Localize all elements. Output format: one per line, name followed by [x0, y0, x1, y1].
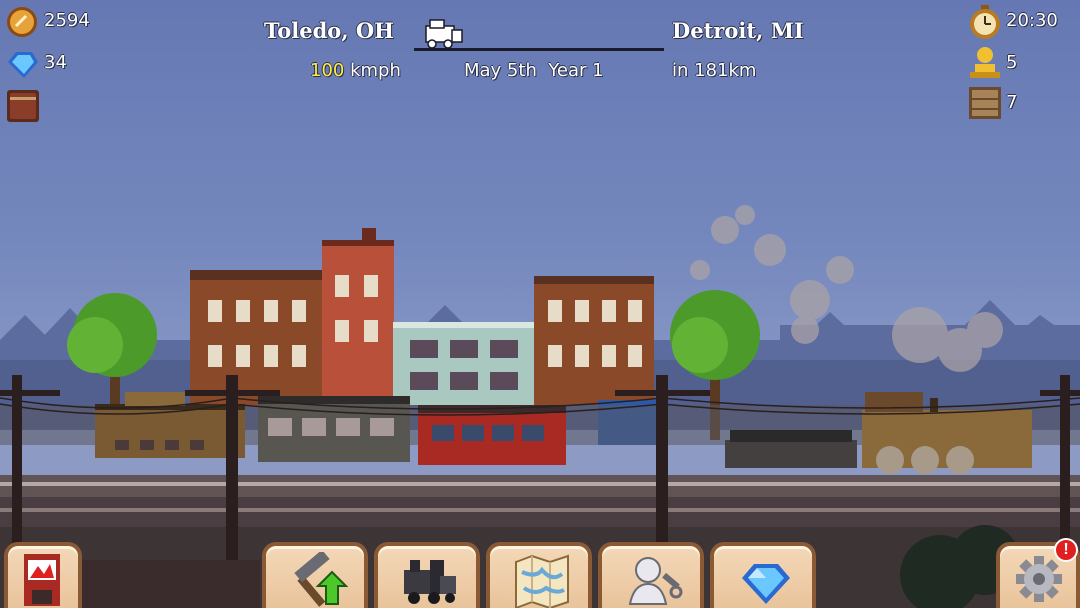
crew-button[interactable]	[598, 542, 704, 608]
origin-city: Toledo, OH	[264, 18, 395, 43]
speed-readout: 100 kmph	[310, 60, 401, 81]
gem-count: 34	[44, 52, 67, 73]
distance-remaining: in 181km	[672, 60, 757, 81]
passenger-icon	[970, 47, 1000, 78]
game-screen: 2594 34 Toledo, OH Detroit, MI 100 kmph …	[0, 0, 1080, 608]
route-progress	[414, 19, 664, 51]
train-progress-icon	[425, 19, 463, 49]
speed-unit: kmph	[350, 60, 401, 81]
gem-icon	[742, 564, 790, 604]
hammer-upgrade-icon	[294, 552, 348, 607]
upgrade-button[interactable]	[262, 542, 368, 608]
coin-count: 2594	[44, 10, 90, 31]
game-date: May 5th Year 1	[464, 60, 604, 81]
destination-city: Detroit, MI	[672, 18, 804, 43]
game-clock: 20:30	[1006, 10, 1058, 31]
passenger-count: 5	[1006, 52, 1018, 73]
settings-alert-badge: !	[1054, 538, 1078, 562]
clock-icon	[970, 5, 1000, 39]
shop-icon	[24, 554, 60, 606]
trains-button[interactable]	[374, 542, 480, 608]
worker-icon	[628, 557, 683, 605]
coin-icon	[7, 7, 37, 37]
map-icon	[515, 554, 569, 608]
speed-value: 100	[310, 60, 345, 81]
map-button[interactable]	[486, 542, 592, 608]
railway-scene	[0, 205, 1080, 608]
gear-icon	[1016, 556, 1062, 602]
station-roof	[80, 560, 260, 608]
cargo-count: 7	[1006, 92, 1018, 113]
shop-button[interactable]	[4, 542, 82, 608]
locomotive-icon	[404, 560, 456, 604]
gems-shop-button[interactable]	[710, 542, 816, 608]
cargo-crate-icon	[969, 87, 1001, 119]
gem-icon	[8, 52, 38, 78]
journal-book-icon[interactable]	[5, 88, 41, 124]
